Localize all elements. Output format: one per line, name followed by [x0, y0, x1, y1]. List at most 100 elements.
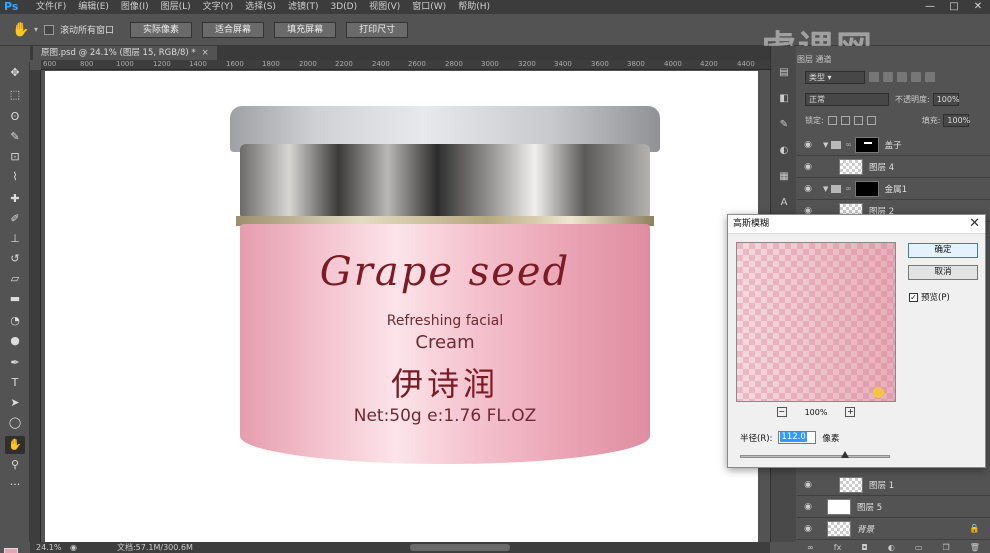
eye-icon[interactable]: ◉: [797, 184, 819, 194]
character-panel-icon[interactable]: A: [777, 196, 791, 210]
maximize-button[interactable]: □: [942, 0, 966, 14]
history-panel-icon[interactable]: ▤: [777, 66, 791, 80]
menu-window[interactable]: 窗口(W): [406, 0, 452, 14]
eye-icon[interactable]: ◉: [797, 140, 819, 150]
pen-tool-icon[interactable]: ✒: [5, 354, 25, 372]
layer-row[interactable]: ◉ 背景 🔒: [797, 518, 990, 540]
layers-panel-tabs[interactable]: 图层 通道: [797, 54, 990, 68]
new-layer-icon[interactable]: ❐: [943, 543, 950, 552]
expand-triangle-icon[interactable]: ▼: [823, 185, 831, 193]
lock-all-icon[interactable]: [866, 115, 876, 125]
properties-panel-icon[interactable]: ◧: [777, 92, 791, 106]
eyedropper-tool-icon[interactable]: ⌇: [5, 168, 25, 186]
brush-panel-icon[interactable]: ✎: [777, 118, 791, 132]
fx-icon[interactable]: fx: [834, 543, 842, 552]
fill-screen-button[interactable]: 填充屏幕: [274, 21, 337, 38]
filter-adjust-icon[interactable]: [883, 72, 893, 82]
lock-transparent-icon[interactable]: [827, 115, 837, 125]
radius-input[interactable]: 112.0: [778, 431, 817, 444]
dodge-tool-icon[interactable]: ●: [5, 332, 25, 350]
eraser-tool-icon[interactable]: ▱: [5, 270, 25, 288]
menu-view[interactable]: 视图(V): [363, 0, 406, 14]
close-tab-icon[interactable]: ×: [202, 48, 209, 58]
menu-file[interactable]: 文件(F): [30, 0, 72, 14]
minimize-button[interactable]: —: [918, 0, 942, 14]
close-window-button[interactable]: ✕: [966, 0, 990, 14]
cancel-button[interactable]: 取消: [908, 265, 978, 280]
filter-shape-icon[interactable]: [911, 72, 921, 82]
lock-position-icon[interactable]: [853, 115, 863, 125]
fit-screen-button[interactable]: 适合屏幕: [202, 21, 265, 38]
adjustments-panel-icon[interactable]: ◐: [777, 144, 791, 158]
zoom-tool-icon[interactable]: ⚲: [5, 456, 25, 474]
marquee-tool-icon[interactable]: ⬚: [5, 86, 25, 104]
layer-row[interactable]: ◉ ▼ ∞ 盖子: [797, 134, 990, 156]
layer-row[interactable]: ◉ 图层 5: [797, 496, 990, 518]
layer-row[interactable]: ◉ ▼ ∞ 金属1: [797, 178, 990, 200]
zoom-in-button[interactable]: +: [845, 407, 856, 417]
eye-icon[interactable]: ◉: [797, 480, 819, 490]
brush-tool-icon[interactable]: ✐: [5, 210, 25, 228]
swatches-panel-icon[interactable]: ▦: [777, 170, 791, 184]
menu-filter[interactable]: 滤镜(T): [282, 0, 325, 14]
clone-stamp-tool-icon[interactable]: ⊥: [5, 230, 25, 248]
scroll-all-windows-checkbox[interactable]: [44, 24, 55, 35]
actual-pixels-button[interactable]: 实际像素: [130, 21, 193, 38]
document-canvas[interactable]: Grape seed Refreshing facial Cream 伊诗润 N…: [45, 71, 758, 542]
quick-select-tool-icon[interactable]: ✎: [5, 128, 25, 146]
new-group-icon[interactable]: ▭: [915, 543, 923, 552]
adjustment-layer-icon[interactable]: ◐: [888, 543, 895, 552]
trash-icon[interactable]: 🗑: [970, 543, 980, 552]
menu-image[interactable]: 图像(I): [115, 0, 155, 14]
filter-smart-icon[interactable]: [925, 72, 935, 82]
radius-slider-track[interactable]: [740, 455, 890, 458]
healing-brush-tool-icon[interactable]: ✚: [5, 190, 25, 208]
layer-row[interactable]: ◉ 图层 1: [797, 474, 990, 496]
blur-preview[interactable]: [736, 242, 896, 402]
print-size-button[interactable]: 打印尺寸: [346, 21, 409, 38]
layer-filter-select[interactable]: 类型 ▾: [805, 70, 865, 84]
menu-select[interactable]: 选择(S): [239, 0, 282, 14]
shape-tool-icon[interactable]: ◯: [5, 414, 25, 432]
status-zoom[interactable]: 24.1%: [30, 543, 70, 552]
close-icon[interactable]: ✕: [969, 215, 980, 233]
expand-triangle-icon[interactable]: ▼: [823, 141, 831, 149]
horizontal-scrollbar[interactable]: [410, 544, 510, 551]
document-tab[interactable]: 原图.psd @ 24.1% (图层 15, RGB/8) * ×: [33, 46, 217, 60]
zoom-out-button[interactable]: −: [776, 407, 787, 417]
menu-edit[interactable]: 编辑(E): [72, 0, 115, 14]
preview-checkbox[interactable]: ✓: [909, 292, 918, 302]
menu-layer[interactable]: 图层(L): [155, 0, 197, 14]
radius-slider-thumb[interactable]: [841, 451, 849, 458]
menu-help[interactable]: 帮助(H): [452, 0, 496, 14]
ok-button[interactable]: 确定: [908, 243, 978, 258]
gradient-tool-icon[interactable]: ▬: [5, 290, 25, 308]
fill-input[interactable]: 100%: [943, 113, 970, 127]
layer-mask-thumbnail[interactable]: [854, 136, 879, 153]
menu-type[interactable]: 文字(Y): [197, 0, 240, 14]
eye-icon[interactable]: ◉: [797, 162, 819, 172]
canvas-area[interactable]: Grape seed Refreshing facial Cream 伊诗润 N…: [41, 71, 770, 542]
add-mask-icon[interactable]: ◘: [861, 543, 867, 552]
preview-checkbox-row[interactable]: ✓ 预览(P): [909, 291, 950, 303]
link-layers-icon[interactable]: ∞: [807, 543, 814, 552]
layer-row[interactable]: ◉ 图层 4: [797, 156, 990, 178]
filter-type-icon[interactable]: [897, 72, 907, 82]
lasso-tool-icon[interactable]: ʘ: [5, 108, 25, 126]
hand-tool-active-icon[interactable]: ✋: [5, 436, 25, 454]
type-tool-icon[interactable]: T: [5, 374, 25, 392]
menu-3d[interactable]: 3D(D): [324, 0, 363, 14]
eye-icon[interactable]: ◉: [797, 502, 819, 512]
opacity-input[interactable]: 100%: [932, 92, 960, 106]
layer-mask-thumbnail[interactable]: [854, 180, 879, 197]
filter-pixel-icon[interactable]: [869, 72, 879, 82]
move-tool-icon[interactable]: ✥: [5, 64, 25, 82]
blur-tool-icon[interactable]: ◔: [5, 312, 25, 330]
foreground-color-swatch[interactable]: [4, 548, 18, 553]
status-info-icon[interactable]: ◉: [70, 543, 77, 552]
eye-icon[interactable]: ◉: [797, 524, 819, 534]
more-tools-icon[interactable]: ···: [5, 476, 25, 494]
tool-preset-caret-icon[interactable]: ▾: [34, 25, 38, 34]
crop-tool-icon[interactable]: ⊡: [5, 148, 25, 166]
path-selection-tool-icon[interactable]: ➤: [5, 394, 25, 412]
